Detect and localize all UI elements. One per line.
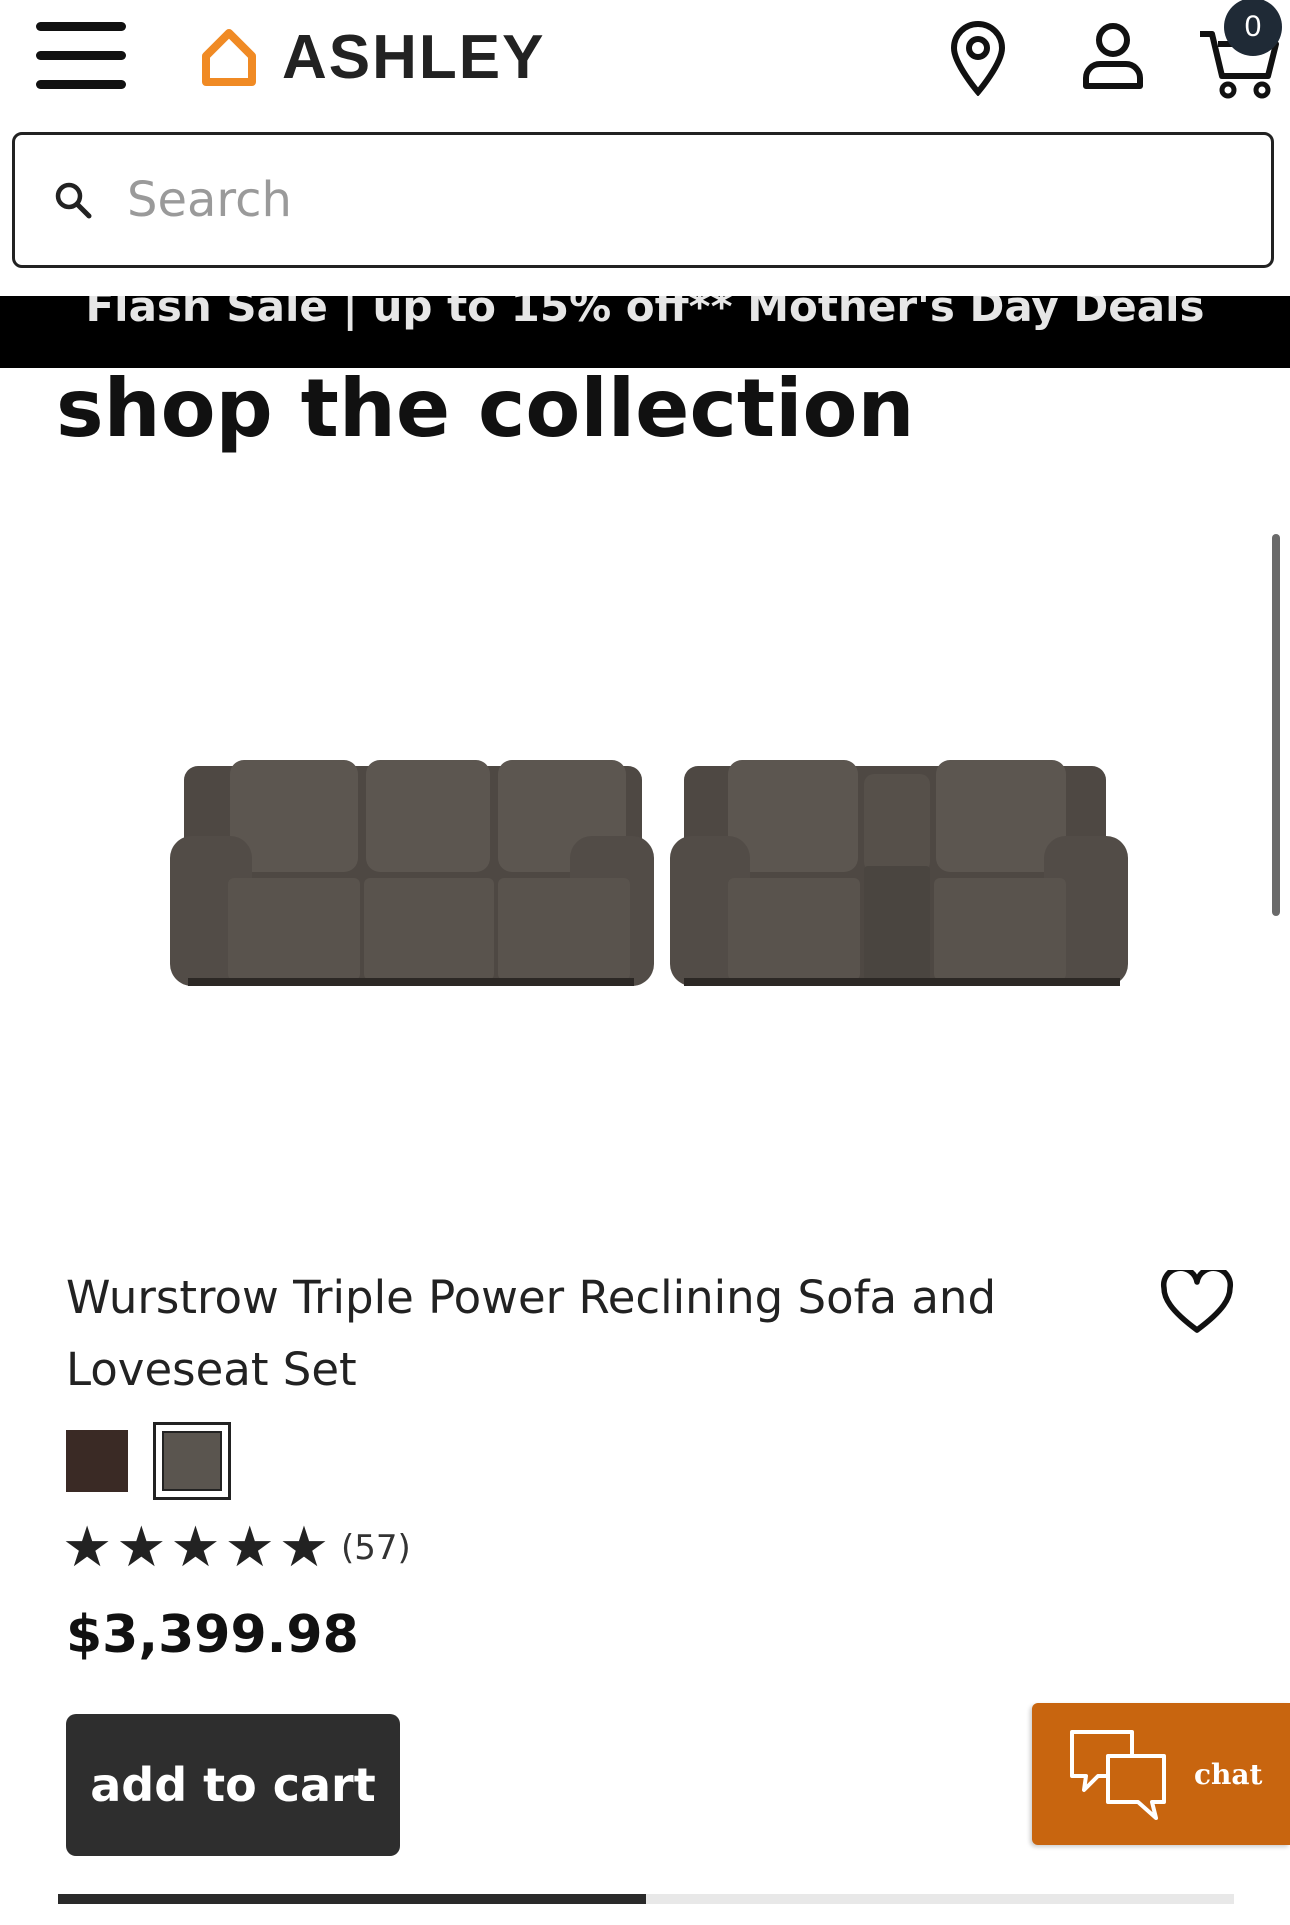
review-count[interactable]: (57)	[341, 1528, 411, 1568]
cart-count-badge: 0	[1224, 0, 1282, 56]
section-title: shop the collection	[56, 362, 915, 455]
star-icon: ★	[224, 1515, 275, 1580]
sofa-image	[170, 760, 654, 986]
loveseat-image	[670, 760, 1128, 986]
site-header: ASHLEY 0	[0, 0, 1290, 130]
color-swatch-gray-selected[interactable]	[153, 1422, 231, 1500]
star-icon: ★	[116, 1515, 167, 1580]
product-image[interactable]	[170, 740, 1130, 1010]
star-icon: ★	[170, 1515, 221, 1580]
brand-name: ASHLEY	[282, 22, 546, 92]
chat-bubbles-icon	[1070, 1730, 1166, 1820]
store-location-icon[interactable]	[948, 20, 1018, 97]
brand-logo[interactable]: ASHLEY	[198, 22, 545, 92]
search-input[interactable]	[125, 171, 1129, 229]
search-icon	[55, 182, 92, 219]
star-icon: ★	[278, 1515, 330, 1580]
add-to-cart-button[interactable]: add to cart	[66, 1714, 400, 1856]
house-logo-icon	[202, 29, 256, 86]
color-swatch-brown[interactable]	[66, 1430, 128, 1492]
star-rating[interactable]: ★ ★ ★ ★ ★ (57)	[62, 1518, 411, 1578]
chat-label: chat	[1194, 1757, 1263, 1791]
product-title[interactable]: Wurstrow Triple Power Reclining Sofa and…	[66, 1262, 1026, 1406]
carousel-progress	[58, 1894, 1234, 1904]
scrollbar[interactable]	[1272, 534, 1280, 916]
account-icon[interactable]	[1080, 20, 1150, 96]
menu-icon[interactable]	[36, 22, 126, 90]
heart-icon[interactable]	[1160, 1265, 1234, 1336]
product-price: $3,399.98	[66, 1605, 359, 1665]
chat-button[interactable]: chat	[1032, 1703, 1290, 1845]
cart-icon[interactable]: 0	[1196, 0, 1282, 99]
star-icon: ★	[62, 1515, 113, 1580]
carousel-progress-fill	[58, 1894, 646, 1904]
search-bar[interactable]	[12, 132, 1274, 268]
promo-text: Flash Sale | up to 15% off** Mother's Da…	[85, 296, 1205, 331]
promo-banner[interactable]: Flash Sale | up to 15% off** Mother's Da…	[0, 296, 1290, 368]
